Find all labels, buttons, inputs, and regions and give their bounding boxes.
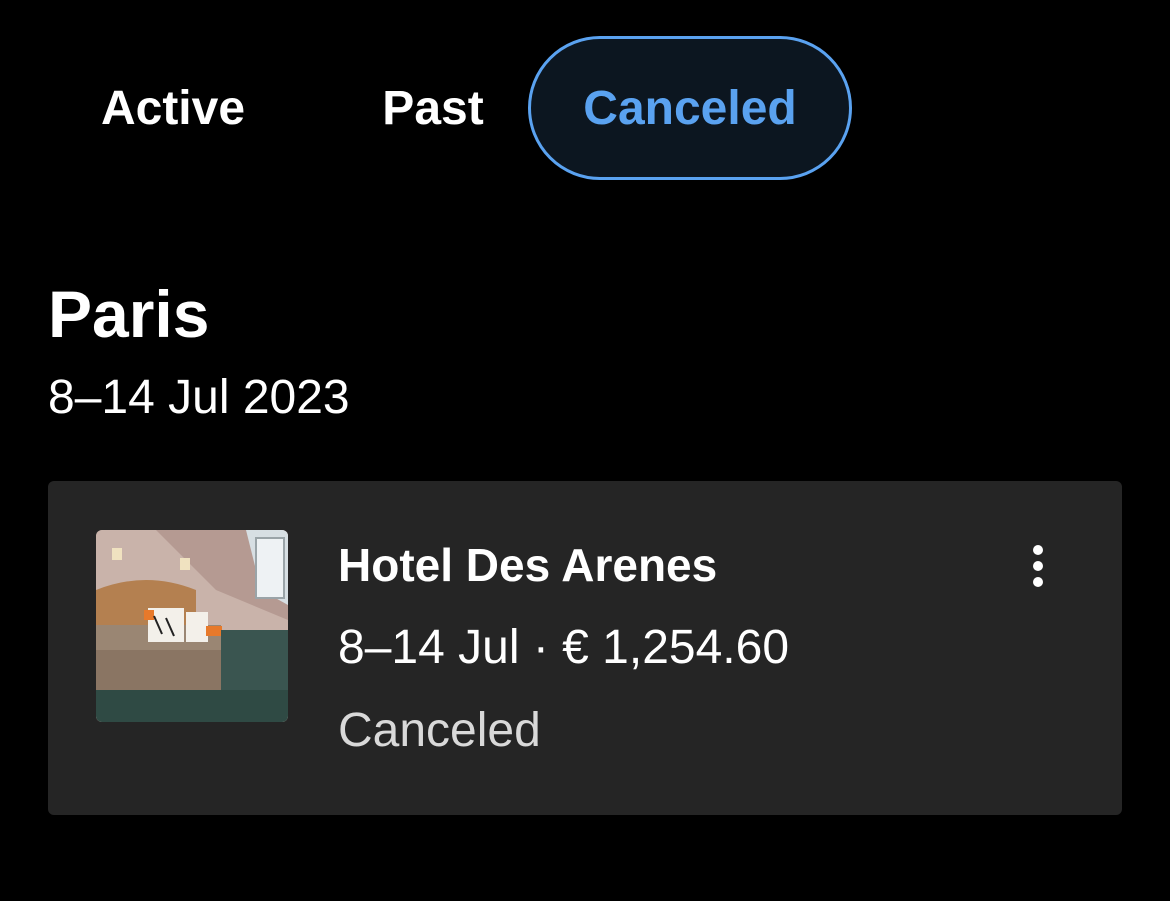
booking-dates-price: 8–14 Jul · € 1,254.60 bbox=[338, 621, 790, 674]
hotel-name[interactable]: Hotel Des Arenes bbox=[338, 535, 717, 595]
hotel-thumbnail[interactable] bbox=[96, 530, 288, 722]
hotel-room-photo bbox=[96, 530, 288, 722]
more-options-button[interactable] bbox=[1014, 539, 1062, 593]
booking-status: Canceled bbox=[338, 704, 541, 757]
tab-canceled[interactable]: Canceled bbox=[528, 36, 852, 180]
tab-active[interactable]: Active bbox=[48, 36, 298, 180]
trip-city-title: Paris bbox=[48, 277, 210, 351]
tab-past[interactable]: Past bbox=[328, 36, 538, 180]
booking-card[interactable]: Hotel Des Arenes 8–14 Jul · € 1,254.60 C… bbox=[48, 481, 1122, 815]
more-vertical-icon bbox=[1033, 545, 1043, 587]
trip-dates: 8–14 Jul 2023 bbox=[48, 371, 350, 424]
